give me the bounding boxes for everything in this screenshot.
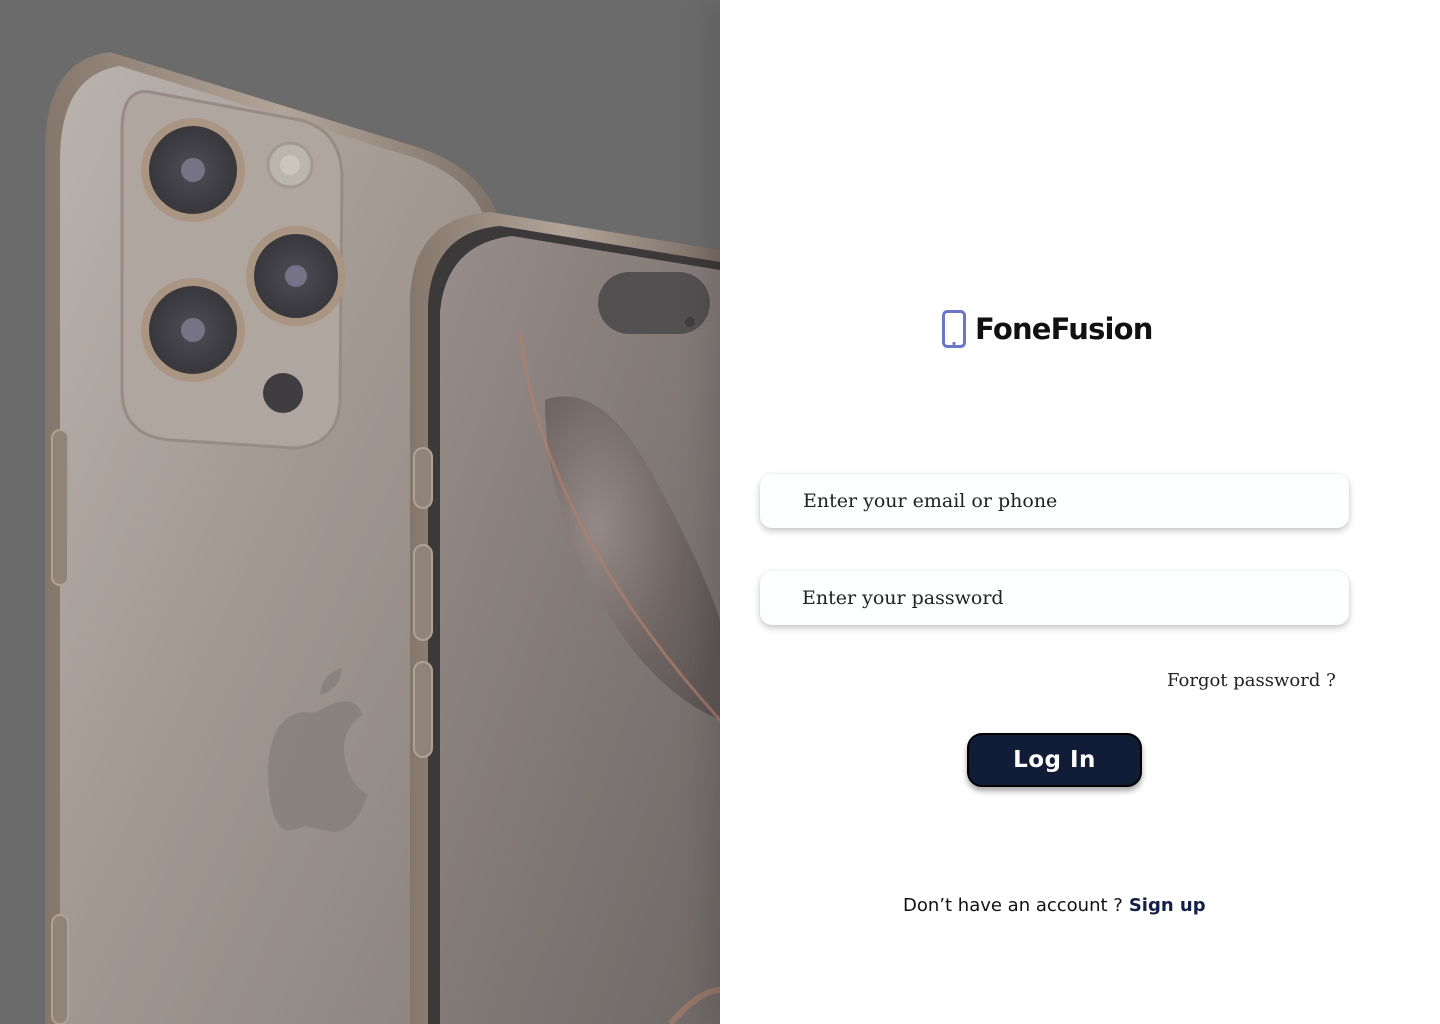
signup-prompt: Don’t have an account ? Sign up: [903, 895, 1206, 916]
email-field[interactable]: [760, 474, 1349, 528]
login-panel: FoneFusion Forgot password ? Log In Don’…: [720, 0, 1440, 1024]
brand-logo: FoneFusion: [942, 309, 1153, 349]
password-field[interactable]: [760, 571, 1349, 625]
hero-panel: [0, 0, 720, 1024]
signup-link[interactable]: Sign up: [1129, 895, 1206, 916]
email-field-container: [760, 474, 1349, 528]
login-button[interactable]: Log In: [967, 733, 1142, 787]
signup-prompt-text: Don’t have an account ?: [903, 895, 1123, 916]
smartphone-icon: [942, 310, 966, 348]
forgot-password-link[interactable]: Forgot password ?: [1167, 670, 1336, 691]
hero-phone-image: [0, 0, 720, 1024]
password-field-container: [760, 571, 1349, 625]
brand-name: FoneFusion: [975, 312, 1153, 346]
